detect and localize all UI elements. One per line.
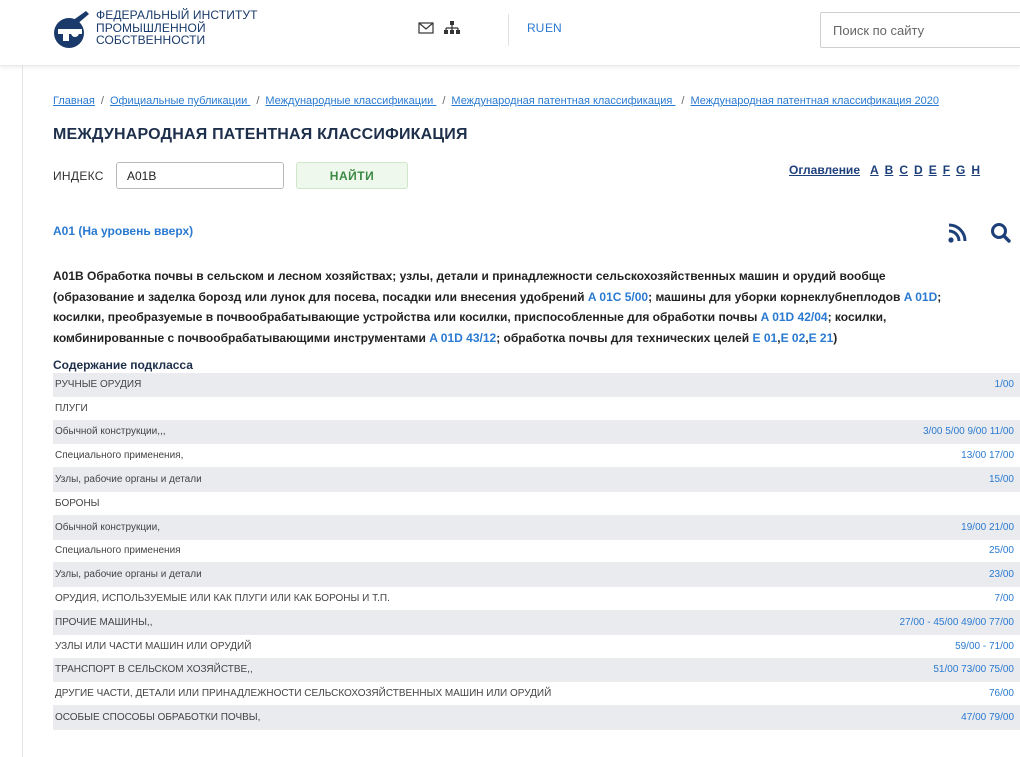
toc-letter-f[interactable]: F bbox=[943, 163, 950, 177]
row-code-link[interactable]: 19/00 21/00 bbox=[961, 522, 1014, 533]
row-code-link[interactable]: 1/00 bbox=[995, 379, 1014, 390]
table-row: Специального применения 25/00 bbox=[53, 540, 1020, 564]
index-label: ИНДЕКС bbox=[53, 169, 104, 183]
subclass-contents-table: РУЧНЫЕ ОРУДИЯ 1/00 ПЛУГИ Обычной конструк… bbox=[53, 373, 1020, 730]
toc-letter-a[interactable]: A bbox=[870, 163, 879, 177]
breadcrumb: Главная / Официальные публикации / Междунар… bbox=[53, 95, 939, 107]
row-label: ОРУДИЯ, ИСПОЛЬЗУЕМЫЕ ИЛИ КАК ПЛУГИ ИЛИ К… bbox=[55, 593, 390, 605]
row-label: Специального применения, bbox=[55, 450, 184, 462]
table-row: ПРОЧИЕ МАШИНЫ,, 27/00 - 45/00 49/00 77/00 bbox=[53, 610, 1020, 635]
row-label: РУЧНЫЕ ОРУДИЯ bbox=[55, 378, 142, 390]
row-label: УЗЛЫ ИЛИ ЧАСТИ МАШИН ИЛИ ОРУДИЙ bbox=[55, 640, 252, 652]
row-label: Узлы, рабочие органы и детали bbox=[55, 474, 202, 486]
breadcrumb-ipc-2020[interactable]: Международная патентная классификация 20… bbox=[690, 95, 938, 107]
subclass-contents-title: Содержание подкласса bbox=[53, 358, 193, 372]
toc-letter-g[interactable]: G bbox=[956, 163, 965, 177]
row-code-link[interactable]: 59/00 - 71/00 bbox=[955, 641, 1014, 652]
table-row: БОРОНЫ bbox=[53, 492, 1020, 516]
site-search-input[interactable] bbox=[820, 12, 1020, 48]
table-row: РУЧНЫЕ ОРУДИЯ 1/00 bbox=[53, 373, 1020, 397]
breadcrumb-official-publications[interactable]: Официальные публикации bbox=[110, 95, 250, 107]
row-code-link[interactable]: 25/00 bbox=[989, 545, 1014, 556]
desc-link-a01d-43-12[interactable]: A 01D 43/12 bbox=[429, 331, 496, 345]
logo-text[interactable]: ФЕДЕРАЛЬНЫЙ ИНСТИТУТ ПРОМЫШЛЕННОЙ СОБСТВ… bbox=[96, 9, 296, 47]
row-label: ОСОБЫЕ СПОСОБЫ ОБРАБОТКИ ПОЧВЫ, bbox=[55, 712, 261, 724]
breadcrumb-ipc[interactable]: Международная патентная классификация bbox=[451, 95, 675, 107]
row-label: БОРОНЫ bbox=[55, 497, 100, 509]
row-label: Специального применения bbox=[55, 545, 181, 557]
index-input[interactable] bbox=[116, 162, 284, 189]
page-title: МЕЖДУНАРОДНАЯ ПАТЕНТНАЯ КЛАССИФИКАЦИЯ bbox=[53, 126, 468, 143]
breadcrumb-separator: / bbox=[256, 95, 260, 107]
row-code-link[interactable]: 27/00 - 45/00 49/00 77/00 bbox=[899, 617, 1014, 628]
desc-text: ) bbox=[833, 330, 838, 345]
desc-text: ; машины для уборки корнеклубнеплодов bbox=[648, 289, 904, 304]
toc-letter-c[interactable]: C bbox=[899, 163, 908, 177]
row-label: Узлы, рабочие органы и детали bbox=[55, 569, 202, 581]
row-code-link[interactable]: 3/00 5/00 9/00 11/00 bbox=[923, 426, 1014, 437]
rss-icon[interactable] bbox=[941, 217, 973, 249]
toc-letter-e[interactable]: E bbox=[929, 163, 937, 177]
row-code-link[interactable]: 47/00 79/00 bbox=[961, 712, 1014, 723]
table-row: Узлы, рабочие органы и детали 23/00 bbox=[53, 563, 1020, 588]
breadcrumb-international-classifications[interactable]: Международные классификации bbox=[265, 95, 436, 107]
logo-line: СОБСТВЕННОСТИ bbox=[96, 33, 206, 47]
row-code-link[interactable]: 7/00 bbox=[995, 593, 1014, 604]
breadcrumb-separator: / bbox=[681, 95, 685, 107]
row-label: ПЛУГИ bbox=[55, 402, 88, 414]
row-code-link[interactable]: 76/00 bbox=[989, 688, 1014, 699]
desc-link-a01c-5-00[interactable]: A 01C 5/00 bbox=[588, 290, 648, 304]
search-icon[interactable] bbox=[985, 217, 1017, 249]
toc-letter-h[interactable]: H bbox=[971, 163, 980, 177]
lang-ru-link[interactable]: RU bbox=[527, 21, 544, 35]
table-row: УЗЛЫ ИЛИ ЧАСТИ МАШИН ИЛИ ОРУДИЙ 59/00 - 7… bbox=[53, 635, 1020, 659]
table-row: ПЛУГИ bbox=[53, 397, 1020, 421]
table-row: ОСОБЫЕ СПОСОБЫ ОБРАБОТКИ ПОЧВЫ, 47/00 79/… bbox=[53, 706, 1020, 730]
desc-link-e21[interactable]: E 21 bbox=[809, 331, 834, 345]
toc-link[interactable]: Оглавление bbox=[789, 163, 860, 177]
lang-en-link[interactable]: EN bbox=[545, 21, 562, 35]
site-header: ФЕДЕРАЛЬНЫЙ ИНСТИТУТ ПРОМЫШЛЕННОЙ СОБСТВ… bbox=[0, 0, 1020, 66]
page-left-border bbox=[22, 0, 23, 757]
subclass-description: A01B Обработка почвы в сельском и лесном… bbox=[53, 266, 958, 348]
row-code-link[interactable]: 13/00 17/00 bbox=[961, 450, 1014, 461]
table-row: ДРУГИЕ ЧАСТИ, ДЕТАЛИ ИЛИ ПРИНАДЛЕЖНОСТИ … bbox=[53, 682, 1020, 707]
find-button[interactable]: НАЙТИ bbox=[296, 162, 408, 189]
breadcrumb-separator: / bbox=[100, 95, 104, 107]
desc-text: ; обработка почвы для технических целей bbox=[496, 330, 753, 345]
logo-line: ФЕДЕРАЛЬНЫЙ ИНСТИТУТ bbox=[96, 8, 258, 22]
row-label: ТРАНСПОРТ В СЕЛЬСКОМ ХОЗЯЙСТВЕ,, bbox=[55, 664, 253, 676]
row-code-link[interactable]: 23/00 bbox=[989, 569, 1014, 580]
toc-nav: Оглавление A B C D E F G H bbox=[789, 163, 986, 177]
desc-link-a01d[interactable]: A 01D bbox=[904, 290, 938, 304]
row-label: Обычной конструкции,,, bbox=[55, 426, 166, 438]
fips-logo-icon[interactable] bbox=[52, 9, 90, 53]
row-label: ПРОЧИЕ МАШИНЫ,, bbox=[55, 616, 153, 628]
table-row: Специального применения, 13/00 17/00 bbox=[53, 444, 1020, 469]
table-row: Обычной конструкции,,, 3/00 5/00 9/00 11/… bbox=[53, 420, 1020, 445]
desc-link-a01d-42-04[interactable]: A 01D 42/04 bbox=[761, 310, 828, 324]
breadcrumb-home[interactable]: Главная bbox=[53, 95, 95, 107]
table-row: Узлы, рабочие органы и детали 15/00 bbox=[53, 468, 1020, 492]
desc-link-e02[interactable]: E 02 bbox=[781, 331, 806, 345]
desc-link-e01[interactable]: E 01 bbox=[753, 331, 778, 345]
row-label: ДРУГИЕ ЧАСТИ, ДЕТАЛИ ИЛИ ПРИНАДЛЕЖНОСТИ … bbox=[55, 688, 552, 700]
table-row: ТРАНСПОРТ В СЕЛЬСКОМ ХОЗЯЙСТВЕ,, 51/00 73… bbox=[53, 658, 1020, 683]
breadcrumb-separator: / bbox=[442, 95, 446, 107]
toc-letter-b[interactable]: B bbox=[885, 163, 894, 177]
row-label: Обычной конструкции, bbox=[55, 521, 161, 533]
level-up-link[interactable]: A01 (На уровень вверх) bbox=[53, 224, 193, 238]
sitemap-icon[interactable] bbox=[444, 21, 460, 35]
table-row: Обычной конструкции, 19/00 21/00 bbox=[53, 515, 1020, 540]
table-row: ОРУДИЯ, ИСПОЛЬЗУЕМЫЕ ИЛИ КАК ПЛУГИ ИЛИ К… bbox=[53, 587, 1020, 611]
row-code-link[interactable]: 15/00 bbox=[989, 474, 1014, 485]
row-code-link[interactable]: 51/00 73/00 75/00 bbox=[933, 664, 1014, 675]
mail-icon[interactable] bbox=[418, 21, 434, 35]
header-divider bbox=[508, 14, 509, 46]
toc-letter-d[interactable]: D bbox=[914, 163, 923, 177]
